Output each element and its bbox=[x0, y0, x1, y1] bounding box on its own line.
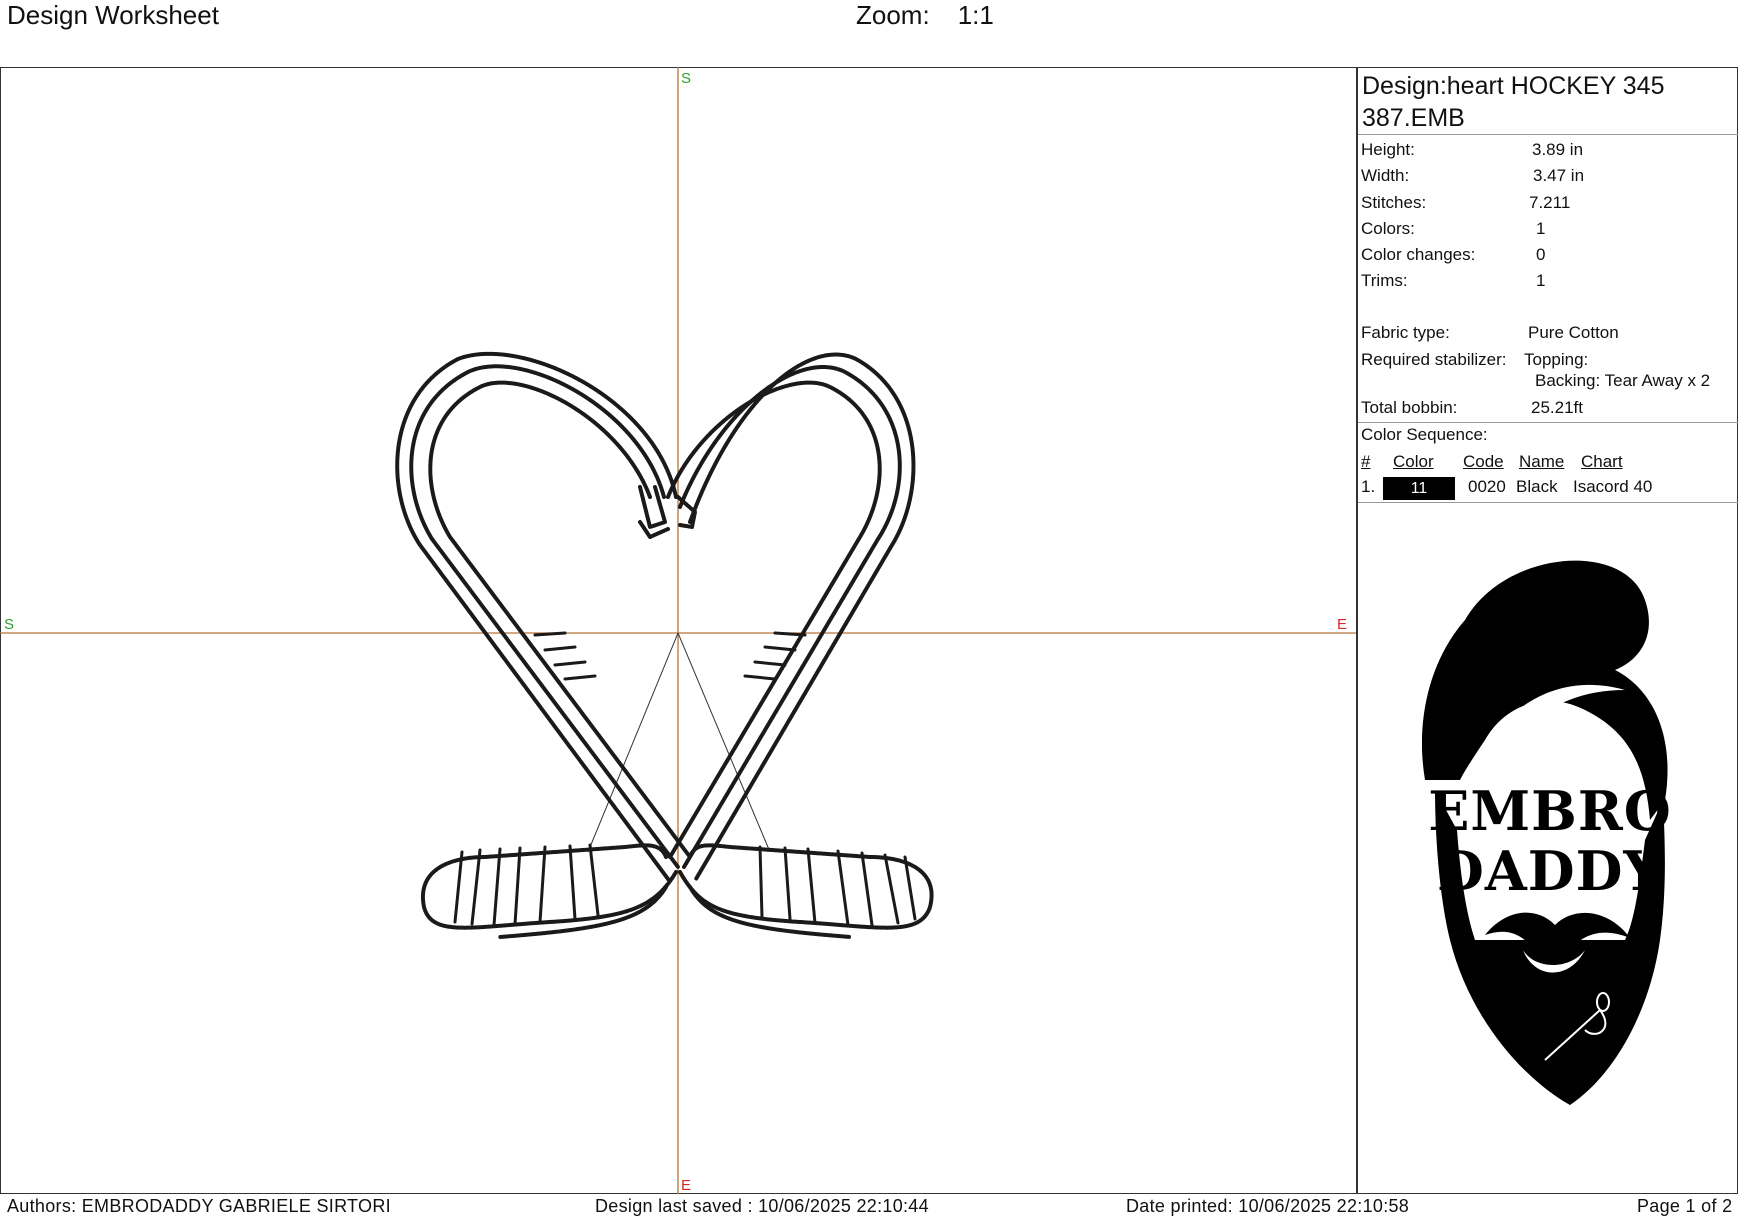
fabric-label: Fabric type: bbox=[1361, 323, 1450, 342]
axis-marker-right: E bbox=[1337, 616, 1347, 633]
zoom-label: Zoom: bbox=[856, 0, 930, 30]
row-name: Black bbox=[1516, 477, 1558, 496]
panel-rule-2 bbox=[1358, 422, 1738, 423]
shaft-grip-bands bbox=[533, 631, 807, 681]
row-code: 0020 bbox=[1468, 477, 1506, 496]
property-label: Color changes: bbox=[1361, 245, 1476, 264]
stabilizer-label: Required stabilizer: bbox=[1361, 350, 1507, 369]
zoom-value: 1:1 bbox=[957, 0, 994, 30]
topping-value: Topping: bbox=[1524, 350, 1589, 369]
footer-authors: Authors: EMBRODADDY GABRIELE SIRTORI bbox=[7, 1196, 391, 1216]
header-color: Color bbox=[1393, 452, 1434, 471]
footer-page: Page 1 of 2 bbox=[1637, 1196, 1733, 1216]
design-title: Design:heart HOCKEY 345 387.EMB bbox=[1362, 72, 1665, 132]
bobbin-value: 25.21ft bbox=[1531, 398, 1583, 417]
header-name: Name bbox=[1519, 452, 1565, 471]
property-value: 1 bbox=[1536, 219, 1546, 238]
row-chart: Isacord 40 bbox=[1573, 477, 1653, 496]
panel-rule bbox=[1358, 134, 1738, 135]
property-label: Colors: bbox=[1361, 219, 1415, 238]
property-label: Height: bbox=[1361, 140, 1415, 159]
jump-stitch-lines bbox=[587, 632, 771, 853]
color-sequence-title: Color Sequence: bbox=[1361, 425, 1488, 444]
left-hockey-stick bbox=[395, 351, 934, 939]
worksheet-title: Design Worksheet bbox=[7, 0, 219, 30]
design-canvas: S S E E bbox=[0, 67, 1356, 1194]
design-info-panel: Design:heart HOCKEY 345 387.EMB bbox=[1358, 68, 1738, 135]
header-chart: Chart bbox=[1581, 452, 1623, 471]
property-value: 7.211 bbox=[1529, 193, 1571, 212]
property-label: Stitches: bbox=[1361, 193, 1427, 212]
panel-rule-3 bbox=[1358, 502, 1738, 503]
property-label: Trims: bbox=[1361, 271, 1408, 290]
property-label: Width: bbox=[1361, 166, 1410, 185]
header-num: # bbox=[1361, 452, 1371, 471]
property-value: 3.89 in bbox=[1532, 140, 1584, 159]
logo-text-daddy: DADDY bbox=[1437, 839, 1663, 903]
property-value: 3.47 in bbox=[1533, 166, 1585, 185]
axis-marker-top: S bbox=[681, 70, 691, 87]
color-swatch: 11 bbox=[1383, 477, 1455, 500]
bobbin-label: Total bobbin: bbox=[1361, 398, 1458, 417]
embrodaddy-logo: EMBRO DADDY bbox=[1421, 560, 1672, 1105]
row-num: 1. bbox=[1361, 477, 1376, 496]
backing-value: Backing: Tear Away x 2 bbox=[1535, 371, 1711, 390]
axis-marker-left: S bbox=[4, 616, 14, 633]
footer-saved: Design last saved : 10/06/2025 22:10:44 bbox=[595, 1196, 929, 1216]
property-value: 0 bbox=[1536, 245, 1546, 264]
header-code: Code bbox=[1463, 452, 1504, 471]
logo-text-embro: EMBRO bbox=[1428, 779, 1672, 843]
heart-hockey-sticks-design bbox=[395, 351, 934, 939]
fabric-value: Pure Cotton bbox=[1528, 323, 1619, 342]
panel-divider bbox=[1356, 67, 1358, 1194]
footer-printed: Date printed: 10/06/2025 22:10:58 bbox=[1126, 1196, 1410, 1216]
axis-marker-bottom: E bbox=[681, 1177, 691, 1194]
zoom-indicator: Zoom: 1:1 bbox=[856, 0, 994, 31]
property-value: 1 bbox=[1536, 271, 1546, 290]
